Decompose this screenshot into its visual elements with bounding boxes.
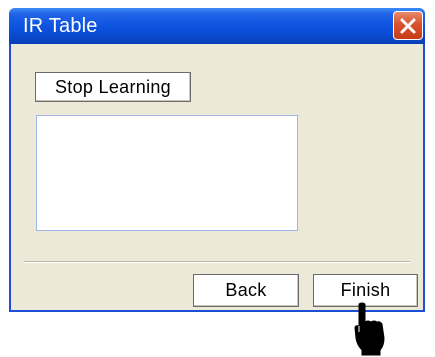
hand-pointer-icon [354,302,385,356]
ir-table-dialog: IR Table Stop Learning Back Finish [9,8,425,312]
ir-code-list[interactable] [36,115,298,231]
close-icon [400,18,416,33]
back-button[interactable]: Back [193,274,299,307]
dialog-content: Stop Learning Back Finish [11,44,423,310]
footer-divider [24,261,410,263]
stop-learning-button[interactable]: Stop Learning [35,72,191,102]
close-button[interactable] [393,11,423,40]
title-bar[interactable]: IR Table [9,8,425,44]
window-title: IR Table [23,15,98,37]
